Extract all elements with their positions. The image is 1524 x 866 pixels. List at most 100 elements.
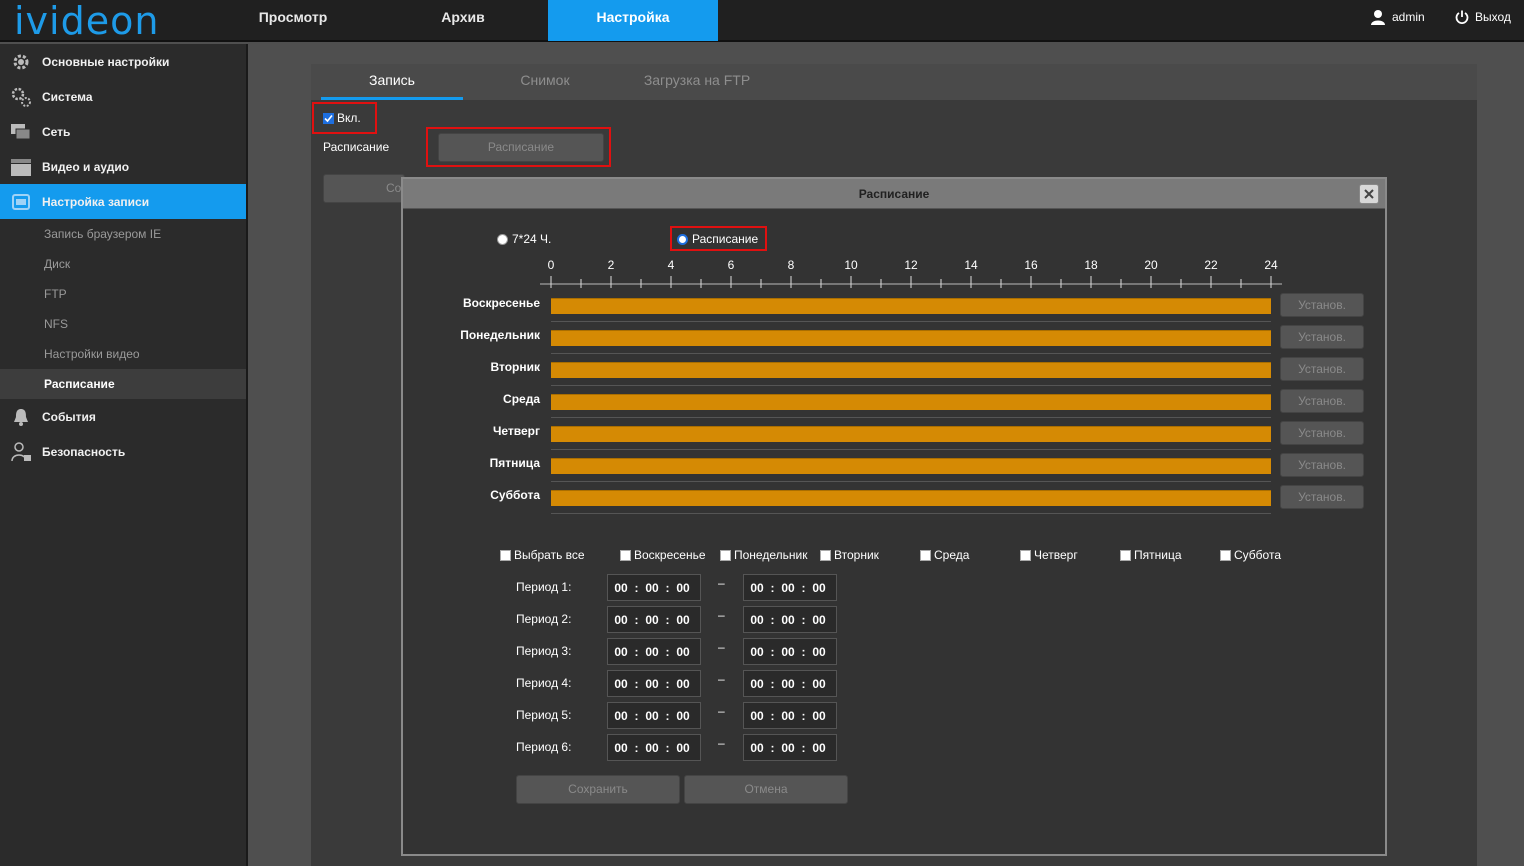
seconds-field[interactable]: 00: [670, 613, 696, 627]
minutes-field[interactable]: 00: [775, 645, 801, 659]
seconds-field[interactable]: 00: [806, 709, 832, 723]
sidebar-sub-disk[interactable]: Диск: [0, 249, 246, 279]
set-day-button[interactable]: Установ.: [1280, 453, 1364, 477]
checkbox[interactable]: [820, 549, 831, 561]
minutes-field[interactable]: 00: [775, 741, 801, 755]
enable-checkbox[interactable]: Вкл.: [323, 111, 361, 125]
radio-button[interactable]: [497, 233, 508, 245]
hours-field[interactable]: 00: [608, 613, 634, 627]
minutes-field[interactable]: 00: [639, 677, 665, 691]
sidebar-item-basic[interactable]: Основные настройки: [0, 44, 246, 79]
day-schedule-bar[interactable]: [551, 394, 1271, 410]
hours-field[interactable]: 00: [744, 645, 770, 659]
day-checkbox[interactable]: Вторник: [820, 548, 879, 562]
cancel-button[interactable]: Отмена: [684, 775, 848, 804]
seconds-field[interactable]: 00: [806, 677, 832, 691]
day-schedule-bar[interactable]: [551, 426, 1271, 442]
hidden-button[interactable]: Со: [323, 174, 405, 203]
sidebar-sub-nfs[interactable]: NFS: [0, 309, 246, 339]
minutes-field[interactable]: 00: [775, 709, 801, 723]
time-input[interactable]: 00:00:00: [743, 702, 837, 729]
seconds-field[interactable]: 00: [806, 645, 832, 659]
minutes-field[interactable]: 00: [639, 709, 665, 723]
time-input[interactable]: 00:00:00: [743, 606, 837, 633]
seconds-field[interactable]: 00: [670, 677, 696, 691]
checkbox[interactable]: [1020, 549, 1031, 561]
radio-button-selected[interactable]: [677, 233, 688, 245]
set-day-button[interactable]: Установ.: [1280, 421, 1364, 445]
day-checkbox[interactable]: Суббота: [1220, 548, 1281, 562]
checkbox[interactable]: [620, 549, 631, 561]
seconds-field[interactable]: 00: [806, 581, 832, 595]
hours-field[interactable]: 00: [608, 741, 634, 755]
day-checkbox[interactable]: Четверг: [1020, 548, 1078, 562]
minutes-field[interactable]: 00: [639, 581, 665, 595]
seconds-field[interactable]: 00: [670, 581, 696, 595]
user-menu[interactable]: admin: [1370, 9, 1425, 25]
hours-field[interactable]: 00: [608, 645, 634, 659]
hours-field[interactable]: 00: [744, 677, 770, 691]
checkbox[interactable]: [720, 549, 731, 561]
day-schedule-bar[interactable]: [551, 490, 1271, 506]
ivideon-logo[interactable]: ivideon: [14, 0, 159, 42]
sidebar-sub-schedule[interactable]: Расписание: [0, 369, 246, 399]
minutes-field[interactable]: 00: [775, 581, 801, 595]
nav-view[interactable]: Просмотр: [238, 0, 348, 41]
sidebar-item-security[interactable]: Безопасность: [0, 434, 246, 469]
time-input[interactable]: 00:00:00: [607, 574, 701, 601]
set-day-button[interactable]: Установ.: [1280, 485, 1364, 509]
sidebar-sub-video-settings[interactable]: Настройки видео: [0, 339, 246, 369]
day-checkbox[interactable]: Понедельник: [720, 548, 807, 562]
time-input[interactable]: 00:00:00: [607, 702, 701, 729]
checkbox[interactable]: [1220, 549, 1231, 561]
time-input[interactable]: 00:00:00: [607, 734, 701, 761]
time-input[interactable]: 00:00:00: [607, 638, 701, 665]
set-day-button[interactable]: Установ.: [1280, 293, 1364, 317]
sidebar-item-events[interactable]: События: [0, 399, 246, 434]
sidebar-item-record-settings[interactable]: Настройка записи: [0, 184, 246, 219]
checkbox[interactable]: [1120, 549, 1131, 561]
sidebar-sub-ie-record[interactable]: Запись браузером IE: [0, 219, 246, 249]
seconds-field[interactable]: 00: [670, 645, 696, 659]
tab-ftp-upload[interactable]: Загрузка на FTP: [627, 64, 767, 100]
minutes-field[interactable]: 00: [639, 741, 665, 755]
select-all-checkbox[interactable]: Выбрать все: [500, 548, 585, 562]
mode-schedule-option[interactable]: Расписание: [677, 232, 758, 246]
tab-record[interactable]: Запись: [321, 64, 463, 100]
time-input[interactable]: 00:00:00: [743, 670, 837, 697]
checkbox[interactable]: [920, 549, 931, 561]
sidebar-item-network[interactable]: Сеть: [0, 114, 246, 149]
day-checkbox[interactable]: Среда: [920, 548, 969, 562]
hours-field[interactable]: 00: [608, 709, 634, 723]
day-schedule-bar[interactable]: [551, 362, 1271, 378]
nav-archive[interactable]: Архив: [408, 0, 518, 41]
checkbox[interactable]: [500, 549, 511, 561]
hours-field[interactable]: 00: [744, 709, 770, 723]
save-button[interactable]: Сохранить: [516, 775, 680, 804]
minutes-field[interactable]: 00: [775, 613, 801, 627]
day-schedule-bar[interactable]: [551, 298, 1271, 314]
schedule-button[interactable]: Расписание: [438, 133, 604, 162]
time-input[interactable]: 00:00:00: [607, 606, 701, 633]
sidebar-item-system[interactable]: Система: [0, 79, 246, 114]
minutes-field[interactable]: 00: [639, 613, 665, 627]
minutes-field[interactable]: 00: [639, 645, 665, 659]
time-input[interactable]: 00:00:00: [743, 638, 837, 665]
set-day-button[interactable]: Установ.: [1280, 389, 1364, 413]
time-input[interactable]: 00:00:00: [743, 574, 837, 601]
seconds-field[interactable]: 00: [670, 709, 696, 723]
time-input[interactable]: 00:00:00: [743, 734, 837, 761]
day-schedule-bar[interactable]: [551, 330, 1271, 346]
day-checkbox[interactable]: Воскресенье: [620, 548, 706, 562]
tab-snapshot[interactable]: Снимок: [485, 64, 605, 100]
day-checkbox[interactable]: Пятница: [1120, 548, 1182, 562]
hours-field[interactable]: 00: [608, 677, 634, 691]
seconds-field[interactable]: 00: [806, 741, 832, 755]
seconds-field[interactable]: 00: [670, 741, 696, 755]
hours-field[interactable]: 00: [744, 613, 770, 627]
seconds-field[interactable]: 00: [806, 613, 832, 627]
minutes-field[interactable]: 00: [775, 677, 801, 691]
sidebar-sub-ftp[interactable]: FTP: [0, 279, 246, 309]
time-input[interactable]: 00:00:00: [607, 670, 701, 697]
mode-247-option[interactable]: 7*24 Ч.: [497, 232, 551, 246]
